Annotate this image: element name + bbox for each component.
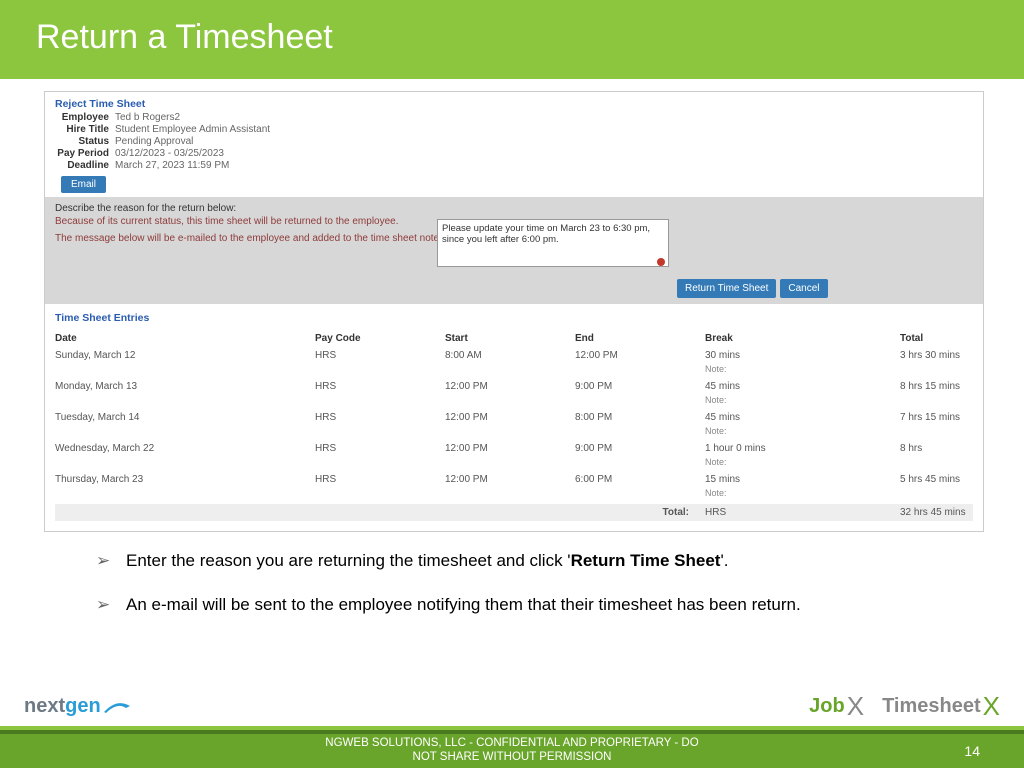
cell-date: Thursday, March 23 (55, 471, 315, 488)
cell-total: 8 hrs 15 mins (900, 378, 973, 395)
note-label: Note: (705, 426, 900, 440)
cell-total: 7 hrs 15 mins (900, 409, 973, 426)
page-title: Return a Timesheet (36, 18, 988, 57)
hiretitle-value: Student Employee Admin Assistant (115, 124, 270, 135)
screenshot-panel: Reject Time Sheet EmployeeTed b Rogers2 … (44, 91, 984, 532)
record-icon (657, 258, 665, 266)
cell-start: 12:00 PM (445, 409, 575, 426)
reason-section: Describe the reason for the return below… (45, 197, 983, 304)
status-label: Status (55, 136, 115, 147)
cell-paycode: HRS (315, 378, 445, 395)
email-button[interactable]: Email (61, 176, 106, 193)
reject-section: Reject Time Sheet EmployeeTed b Rogers2 … (45, 92, 983, 197)
employee-value: Ted b Rogers2 (115, 112, 180, 123)
reason-note: The message below will be e-mailed to th… (55, 233, 447, 244)
note-label: Note: (705, 364, 900, 378)
entries-title: Time Sheet Entries (55, 312, 973, 324)
reason-textarea[interactable] (437, 219, 669, 267)
status-value: Pending Approval (115, 136, 193, 147)
col-start: Start (445, 330, 575, 347)
cell-start: 8:00 AM (445, 347, 575, 364)
page-number: 14 (964, 743, 980, 759)
cell-break: 45 mins (705, 378, 900, 395)
payperiod-label: Pay Period (55, 148, 115, 159)
cell-date: Wednesday, March 22 (55, 440, 315, 457)
cell-total: 5 hrs 45 mins (900, 471, 973, 488)
timesheetx-logo: TimesheetX (882, 691, 1000, 722)
bullet-1: Enter the reason you are returning the t… (96, 548, 954, 574)
cell-total: 8 hrs (900, 440, 973, 457)
cell-total: 3 hrs 30 mins (900, 347, 973, 364)
note-label: Note: (705, 395, 900, 409)
cell-date: Sunday, March 12 (55, 347, 315, 364)
entries-grid: Date Pay Code Start End Break Total Sund… (55, 330, 973, 521)
total-row: Total:HRS32 hrs 45 mins (55, 504, 973, 521)
cell-paycode: HRS (315, 347, 445, 364)
return-timesheet-button[interactable]: Return Time Sheet (677, 279, 776, 298)
employee-label: Employee (55, 112, 115, 123)
cell-start: 12:00 PM (445, 471, 575, 488)
instruction-bullets: Enter the reason you are returning the t… (96, 548, 954, 617)
note-label: Note: (705, 488, 900, 502)
cell-start: 12:00 PM (445, 378, 575, 395)
payperiod-value: 03/12/2023 - 03/25/2023 (115, 148, 224, 159)
slide-header: Return a Timesheet (0, 0, 1024, 79)
note-label: Note: (705, 457, 900, 471)
cell-paycode: HRS (315, 440, 445, 457)
col-end: End (575, 330, 705, 347)
deadline-label: Deadline (55, 160, 115, 171)
jobx-logo: JobX (809, 691, 864, 722)
deadline-value: March 27, 2023 11:59 PM (115, 160, 229, 171)
cell-start: 12:00 PM (445, 440, 575, 457)
cell-break: 15 mins (705, 471, 900, 488)
footer-text: NGWEB SOLUTIONS, LLC - CONFIDENTIAL AND … (322, 737, 702, 765)
cell-break: 30 mins (705, 347, 900, 364)
cell-end: 6:00 PM (575, 471, 705, 488)
cell-break: 45 mins (705, 409, 900, 426)
nextgen-logo: nextgen (24, 695, 130, 718)
cell-date: Tuesday, March 14 (55, 409, 315, 426)
swoosh-icon (104, 700, 130, 714)
reason-prompt: Describe the reason for the return below… (55, 203, 973, 214)
logo-row: nextgen JobX TimesheetX (0, 691, 1024, 722)
col-date: Date (55, 330, 315, 347)
cell-date: Monday, March 13 (55, 378, 315, 395)
col-break: Break (705, 330, 900, 347)
cell-end: 9:00 PM (575, 440, 705, 457)
reject-title: Reject Time Sheet (55, 98, 973, 110)
col-paycode: Pay Code (315, 330, 445, 347)
cell-end: 8:00 PM (575, 409, 705, 426)
footer: NGWEB SOLUTIONS, LLC - CONFIDENTIAL AND … (0, 726, 1024, 768)
cancel-button[interactable]: Cancel (780, 279, 827, 298)
bullet-2: An e-mail will be sent to the employee n… (96, 592, 954, 618)
cell-end: 9:00 PM (575, 378, 705, 395)
cell-end: 12:00 PM (575, 347, 705, 364)
col-total: Total (900, 330, 973, 347)
entries-section: Time Sheet Entries Date Pay Code Start E… (45, 304, 983, 531)
cell-paycode: HRS (315, 471, 445, 488)
cell-break: 1 hour 0 mins (705, 440, 900, 457)
cell-paycode: HRS (315, 409, 445, 426)
hiretitle-label: Hire Title (55, 124, 115, 135)
